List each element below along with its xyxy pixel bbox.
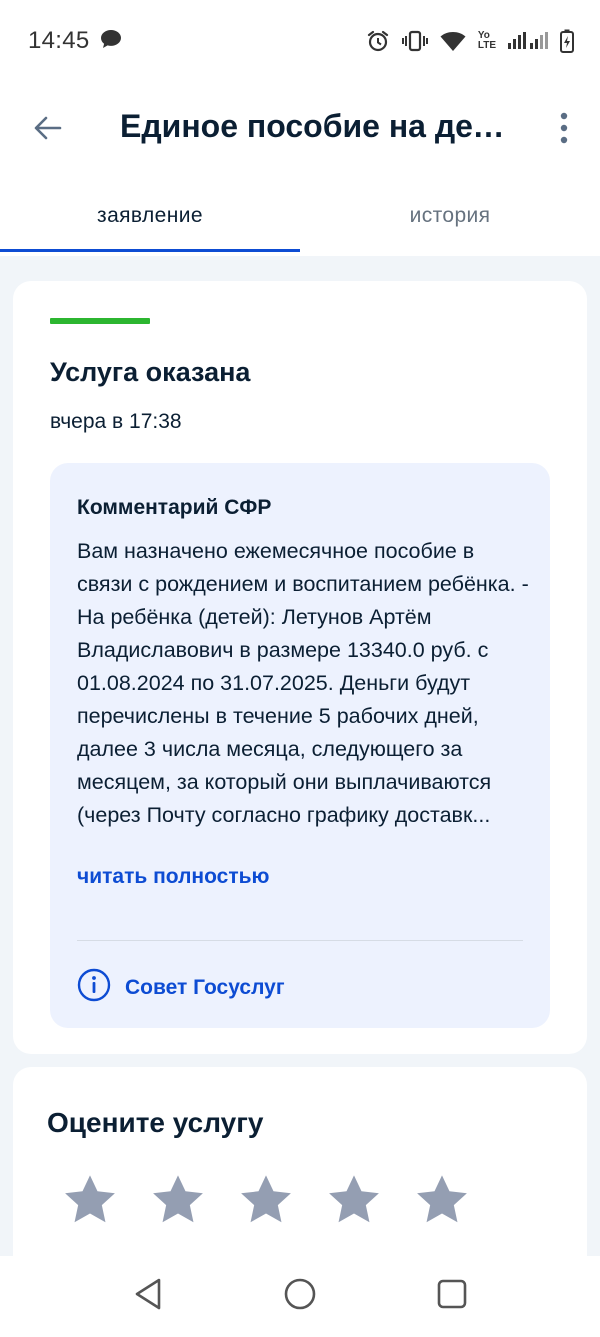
status-time: 14:45 <box>28 27 90 54</box>
star-rating <box>61 1171 471 1229</box>
nav-recents-button[interactable] <box>432 1277 472 1317</box>
info-circle-icon <box>77 968 111 1007</box>
star-icon[interactable] <box>61 1171 119 1229</box>
tip-label: Совет Госуслуг <box>125 975 285 999</box>
nav-home-button[interactable] <box>280 1277 320 1317</box>
status-left: 14:45 <box>28 27 122 55</box>
star-icon[interactable] <box>149 1171 207 1229</box>
status-title: Услуга оказана <box>50 357 251 387</box>
wifi-icon <box>440 30 466 52</box>
arrow-left-icon <box>32 112 64 149</box>
star-icon[interactable] <box>325 1171 383 1229</box>
system-nav-bar <box>0 1256 600 1337</box>
gosuslugi-tip-link[interactable]: Совет Госуслуг <box>77 968 285 1007</box>
triangle-back-icon <box>132 1276 164 1317</box>
screen: 14:45 Yo LTE Единое пособие на детей зая… <box>0 0 600 1337</box>
star-icon[interactable] <box>413 1171 471 1229</box>
read-more-link[interactable]: читать полностью <box>77 865 269 889</box>
signal-icon <box>508 31 548 51</box>
back-button[interactable] <box>28 110 68 150</box>
more-options-button[interactable] <box>550 108 578 152</box>
rating-title: Оцените услугу <box>47 1107 264 1138</box>
battery-charging-icon <box>560 29 574 53</box>
square-recents-icon <box>436 1278 468 1315</box>
status-icons: Yo LTE <box>366 29 574 53</box>
star-icon[interactable] <box>237 1171 295 1229</box>
page-title: Единое пособие на детей <box>120 108 520 144</box>
comment-title: Комментарий СФР <box>77 496 272 519</box>
status-date: вчера в 17:38 <box>50 410 182 433</box>
status-indicator-stripe <box>50 318 150 324</box>
divider <box>77 940 523 941</box>
app-bar: Единое пособие на детей <box>0 82 600 174</box>
circle-home-icon <box>283 1277 317 1316</box>
tab-history[interactable]: история <box>300 174 600 256</box>
more-vertical-icon <box>559 112 569 149</box>
tab-application[interactable]: заявление <box>0 174 300 256</box>
comment-box: Комментарий СФР Вам назначено ежемесячно… <box>50 463 550 1028</box>
application-status-card: Услуга оказана вчера в 17:38 Комментарий… <box>13 281 587 1054</box>
alarm-icon <box>366 29 390 53</box>
lte-indicator: Yo LTE <box>478 31 496 51</box>
status-bar: 14:45 Yo LTE <box>0 0 600 82</box>
chat-bubble-icon <box>100 29 122 54</box>
nav-back-button[interactable] <box>128 1277 168 1317</box>
tab-bar: заявление история <box>0 174 600 256</box>
vibrate-icon <box>401 30 428 52</box>
lte-label-bottom: LTE <box>477 40 496 51</box>
rating-card: Оцените услугу <box>13 1067 587 1267</box>
comment-text: Вам назначено ежемесячное пособие в связ… <box>77 539 529 827</box>
